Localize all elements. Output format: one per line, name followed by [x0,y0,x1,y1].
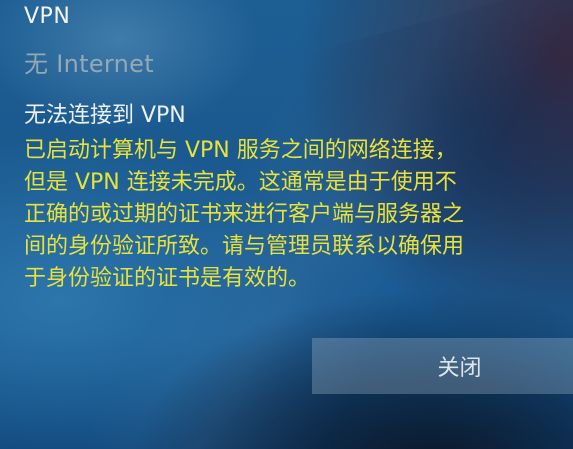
error-heading: 无法连接到 VPN [24,103,186,128]
error-message-line: 间的身份验证所致。请与管理员联系以确保用 [24,234,465,259]
error-message: 已启动计算机与 VPN 服务之间的网络连接， 但是 VPN 连接未完成。这通常是… [24,135,573,295]
error-message-line: 但是 VPN 连接未完成。这通常是由于使用不 [24,170,457,195]
error-message-line: 于身份验证的证书是有效的。 [24,266,311,291]
vpn-flyout: VPN 无 Internet 无法连接到 VPN 已启动计算机与 VPN 服务之… [0,0,573,449]
close-button[interactable]: 关闭 [312,338,573,394]
connection-status: 无 Internet [24,50,154,78]
error-message-line: 已启动计算机与 VPN 服务之间的网络连接， [24,138,457,163]
connection-name[interactable]: VPN [24,4,70,29]
error-message-line: 正确的或过期的证书来进行客户端与服务器之 [24,202,465,227]
